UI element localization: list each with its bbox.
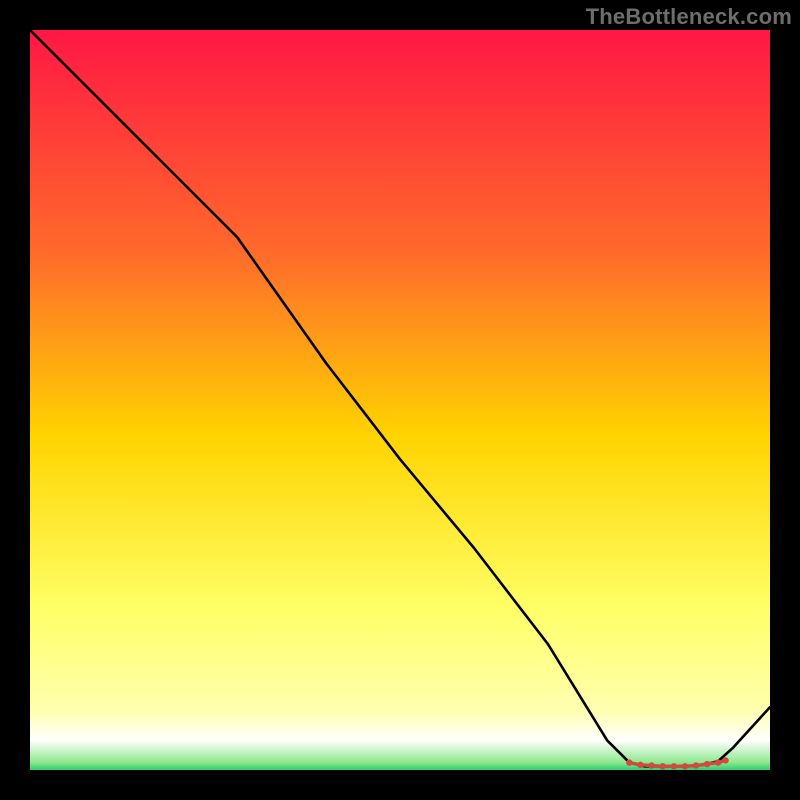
optimal-zone-dash (718, 760, 725, 762)
optimal-zone-dash (685, 766, 696, 767)
chart-frame: TheBottleneck.com (0, 0, 800, 800)
optimal-zone-dash (641, 765, 652, 766)
optimal-zone-dash (707, 763, 718, 764)
optimal-zone-dash (652, 766, 663, 767)
watermark-text: TheBottleneck.com (586, 4, 792, 30)
optimal-zone-dash (629, 763, 640, 765)
optimal-zone-dash (696, 764, 707, 765)
bottleneck-chart (30, 30, 770, 770)
